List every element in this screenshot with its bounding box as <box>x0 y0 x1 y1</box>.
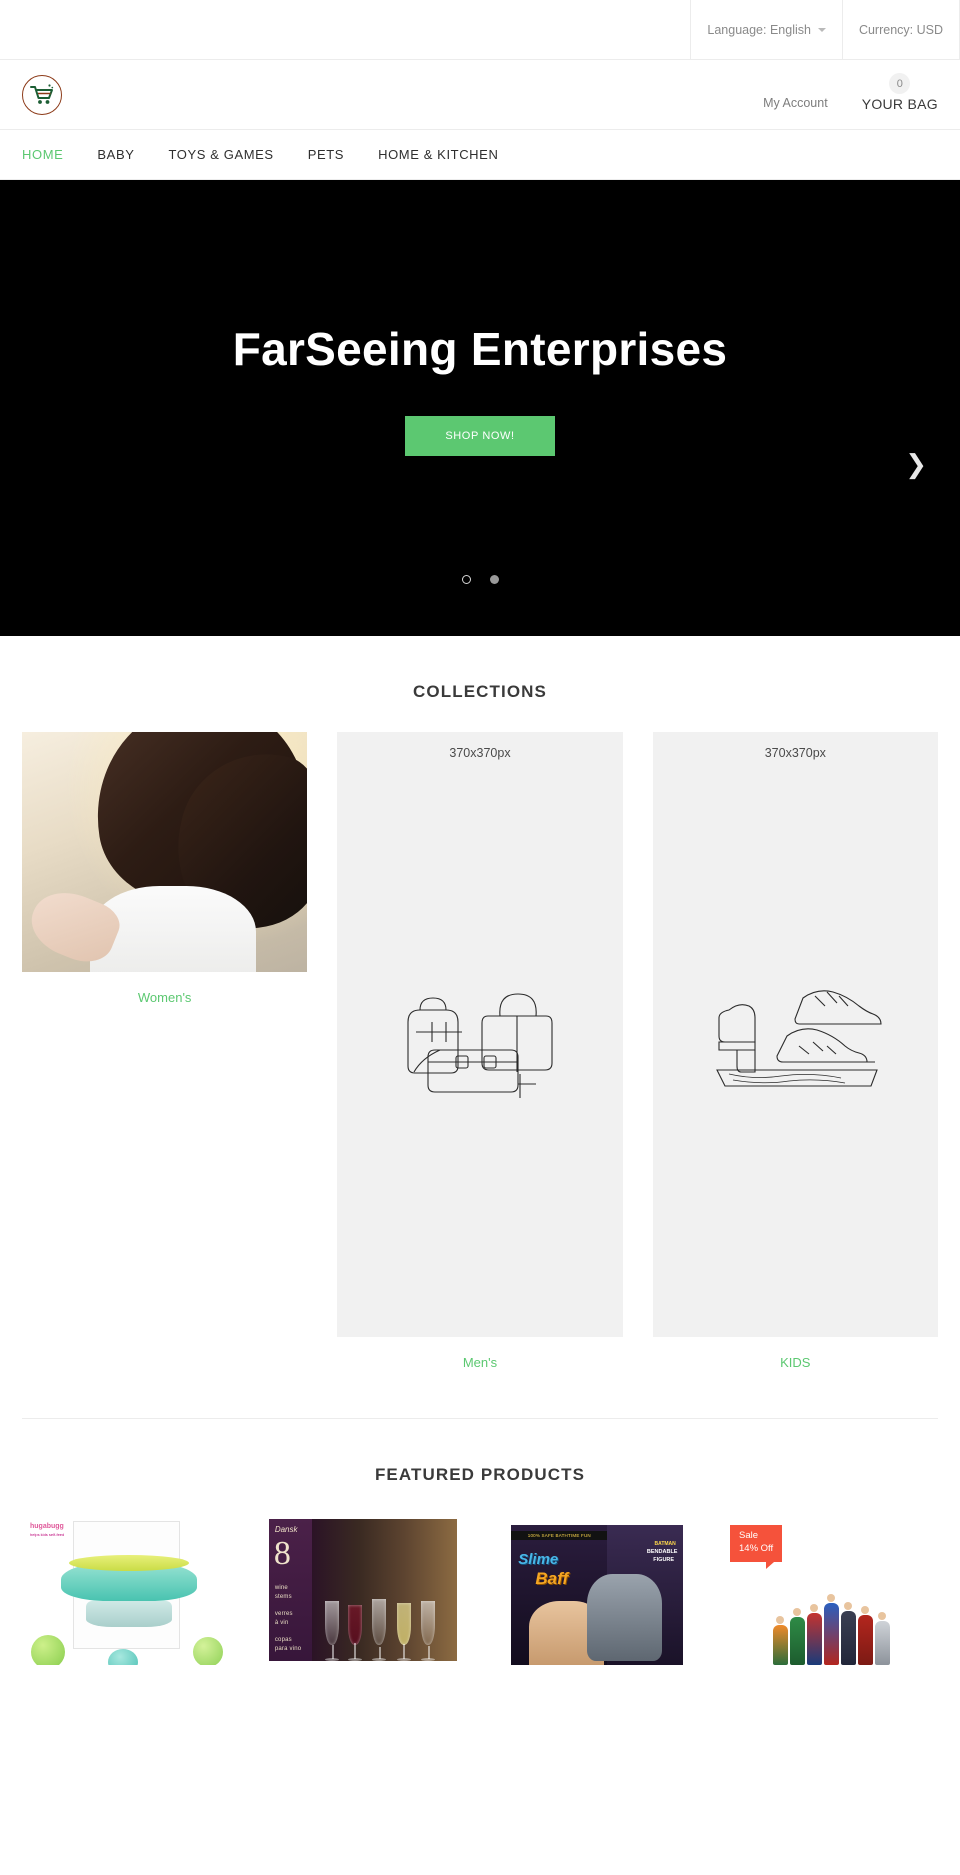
collection-image-mens: 370x370px <box>337 732 623 1337</box>
collections-heading: COLLECTIONS <box>413 682 547 701</box>
collections-grid: Women's 370x370px Men's 370x370px KIDS <box>0 732 960 1370</box>
site-header: My Account 0 YOUR BAG <box>0 60 960 130</box>
placeholder-label-kids: 370x370px <box>764 746 826 760</box>
your-bag-button[interactable]: 0 YOUR BAG <box>862 73 938 112</box>
currency-label: Currency: USD <box>858 22 943 37</box>
slime-baff-title-2: Baff <box>535 1569 569 1588</box>
sale-badge-line-2: 14% Off <box>739 1542 774 1554</box>
batman-label-2: BENDABLE <box>646 1549 678 1555</box>
featured-products-grid: hugabugg helps kids self-feed Dansk 8 wi… <box>0 1515 960 1665</box>
slime-baff-title-1: Slime <box>518 1551 559 1568</box>
dansk-line-3: verres <box>274 1611 293 1617</box>
product-image-hugabugg: hugabugg helps kids self-feed <box>22 1515 236 1665</box>
dansk-line-1: wine <box>274 1585 288 1591</box>
nav-item-pets[interactable]: PETS <box>308 147 344 162</box>
product-card-hugabugg[interactable]: hugabugg helps kids self-feed <box>22 1515 236 1665</box>
slider-dot-2[interactable] <box>489 575 499 584</box>
dansk-line-2: stems <box>274 1594 292 1600</box>
collection-caption-mens: Men's <box>462 1355 498 1370</box>
main-navigation: HOME BABY TOYS & GAMES PETS HOME & KITCH… <box>0 130 960 180</box>
collection-image-womens <box>22 732 308 972</box>
dansk-line-5: copas <box>274 1637 292 1643</box>
batman-label-1: BATMAN <box>654 1541 676 1547</box>
utility-bar: Language: English Currency: USD <box>0 0 960 60</box>
dansk-line-4: à vin <box>274 1620 289 1626</box>
shopping-cart-logo[interactable] <box>22 74 62 115</box>
cart-icon <box>30 83 54 104</box>
bag-label: YOUR BAG <box>861 96 938 112</box>
collection-image-kids: 370x370px <box>652 732 938 1337</box>
my-account-link[interactable]: My Account <box>763 96 828 112</box>
collection-card-mens[interactable]: 370x370px Men's <box>337 732 623 1370</box>
justice-league-figures <box>724 1587 938 1665</box>
shoes-line-art <box>653 970 938 1100</box>
header-actions: My Account 0 YOUR BAG <box>763 73 938 116</box>
product-image-slime-baff: 100% SAFE BATHTIME FUN Slime Baff BATMAN… <box>490 1515 704 1665</box>
womens-photo <box>22 732 308 972</box>
collection-caption-womens: Women's <box>137 990 192 1005</box>
featured-products-heading: FEATURED PRODUCTS <box>374 1465 586 1484</box>
bags-line-art <box>337 970 622 1100</box>
nav-item-home-kitchen[interactable]: HOME & KITCHEN <box>378 147 498 162</box>
nav-item-toys-games[interactable]: TOYS & GAMES <box>169 147 274 162</box>
nav-item-home[interactable]: HOME <box>22 147 63 162</box>
slider-dot-1[interactable] <box>461 575 471 584</box>
product-brand-dansk: Dansk <box>274 1525 298 1534</box>
collection-card-womens[interactable]: Women's <box>22 732 308 1005</box>
language-selector[interactable]: Language: English <box>690 0 842 59</box>
product-brand-hugabugg: hugabugg <box>30 1523 64 1530</box>
shop-now-button[interactable]: SHOP NOW! <box>405 415 555 456</box>
collection-card-kids[interactable]: 370x370px KIDS <box>652 732 938 1370</box>
slime-baff-top-strip: 100% SAFE BATHTIME FUN <box>511 1531 608 1540</box>
product-tagline-hugabugg: helps kids self-feed <box>30 1532 65 1537</box>
placeholder-label-mens: 370x370px <box>449 746 511 760</box>
slider-dots <box>0 575 960 584</box>
product-card-dansk-wine-stems[interactable]: Dansk 8 wine stems verres à vin copas pa… <box>256 1515 470 1665</box>
dansk-line-6: para vino <box>274 1646 302 1652</box>
sale-badge: Sale 14% Off <box>730 1525 783 1569</box>
product-card-slime-baff-batman[interactable]: 100% SAFE BATHTIME FUN Slime Baff BATMAN… <box>490 1515 704 1665</box>
currency-selector[interactable]: Currency: USD <box>841 0 960 59</box>
sale-badge-line-1: Sale <box>739 1530 759 1541</box>
chevron-down-icon <box>817 27 826 32</box>
bag-count-badge: 0 <box>889 73 911 94</box>
product-card-justice-league[interactable]: Sale 14% Off <box>724 1515 938 1665</box>
batman-label-3: FIGURE <box>653 1557 675 1563</box>
collection-caption-kids: KIDS <box>780 1355 811 1370</box>
product-count-dansk: 8 <box>273 1535 291 1572</box>
nav-item-baby[interactable]: BABY <box>97 147 134 162</box>
hero-title: FarSeeing Enterprises <box>232 323 728 375</box>
language-label: Language: English <box>707 22 811 37</box>
product-image-dansk: Dansk 8 wine stems verres à vin copas pa… <box>256 1515 470 1665</box>
hero-slider: FarSeeing Enterprises SHOP NOW! ❯ <box>0 180 960 636</box>
chevron-right-icon[interactable]: ❯ <box>905 452 927 478</box>
